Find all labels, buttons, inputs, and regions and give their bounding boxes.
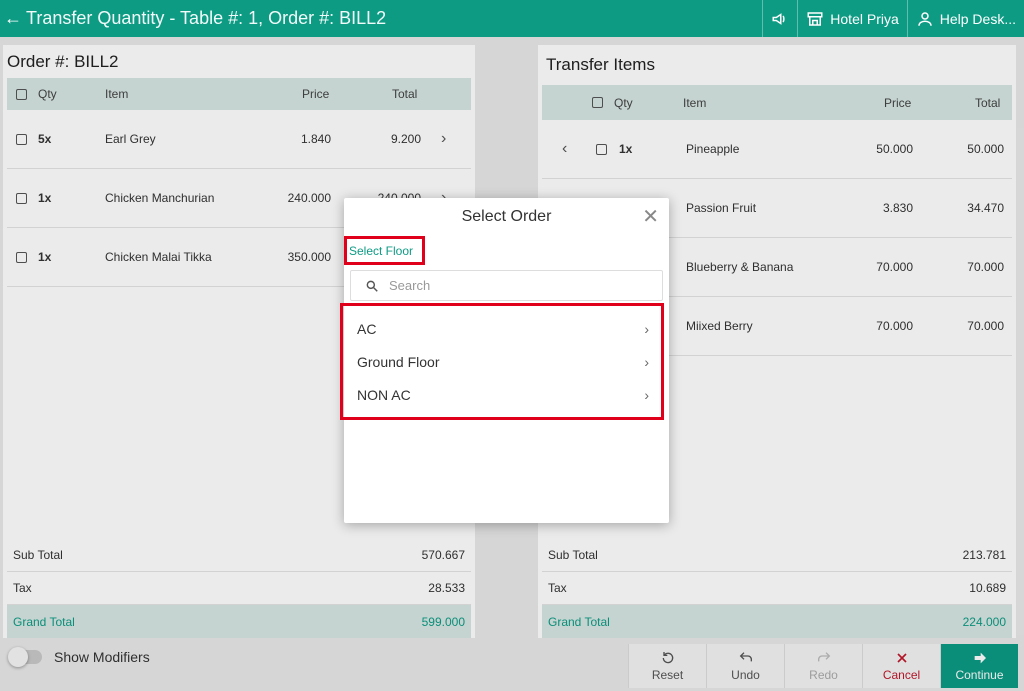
search-icon: [366, 280, 378, 292]
select-floor-link[interactable]: Select Floor: [344, 236, 425, 265]
floor-label: AC: [357, 320, 377, 337]
close-icon[interactable]: ✕: [642, 204, 659, 229]
user-icon: [918, 11, 932, 26]
outlet-button[interactable]: Hotel Priya: [797, 0, 906, 37]
megaphone-icon: [772, 12, 785, 25]
announcement-button[interactable]: [762, 0, 797, 37]
floor-item-non-ac[interactable]: NON AC ›: [343, 378, 661, 411]
help-desk-label: Help Desk...: [939, 10, 1016, 27]
chevron-right-icon: ›: [644, 320, 649, 337]
floor-label: Ground Floor: [357, 353, 440, 370]
floor-item-ground-floor[interactable]: Ground Floor ›: [343, 345, 661, 378]
select-order-modal: Select Order ✕ Select Floor Search AC › …: [340, 198, 669, 523]
floor-item-ac[interactable]: AC ›: [343, 312, 661, 345]
help-desk-button[interactable]: Help Desk...: [906, 0, 1024, 37]
store-icon: [807, 11, 823, 26]
search-input[interactable]: Search: [350, 270, 663, 301]
modal-title: Select Order: [461, 208, 552, 225]
top-bar: ← Transfer Quantity - Table #: 1, Order …: [0, 0, 1024, 37]
chevron-right-icon: ›: [644, 353, 649, 370]
floor-label: NON AC: [357, 386, 411, 403]
floor-list: AC › Ground Floor › NON AC ›: [340, 303, 664, 420]
chevron-right-icon: ›: [644, 386, 649, 403]
outlet-name: Hotel Priya: [830, 10, 899, 27]
search-placeholder: Search: [389, 278, 431, 293]
back-arrow-icon[interactable]: ←: [0, 8, 26, 29]
page-title: Transfer Quantity - Table #: 1, Order #:…: [26, 8, 387, 28]
